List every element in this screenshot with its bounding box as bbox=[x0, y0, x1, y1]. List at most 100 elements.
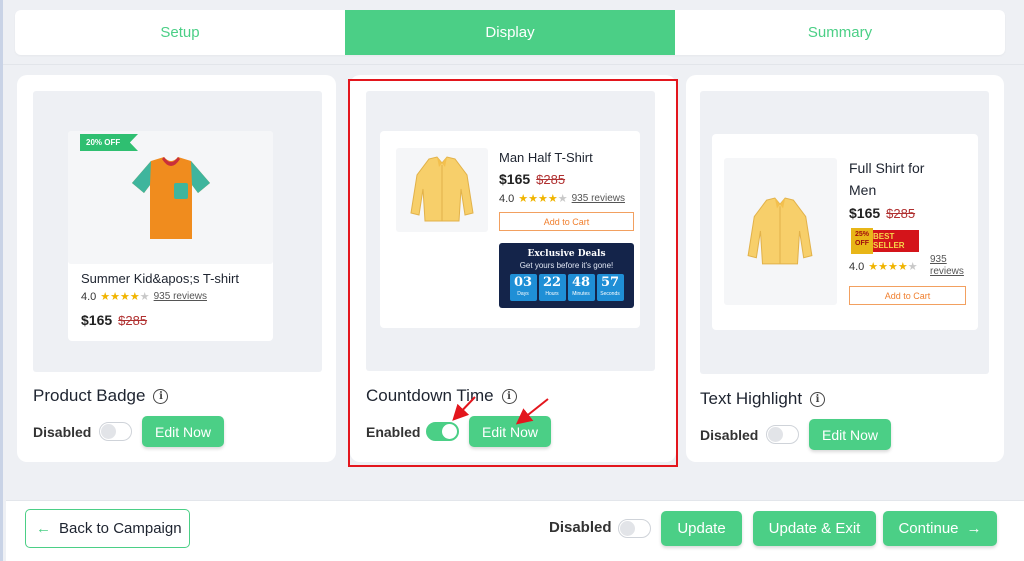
old-price: $285 bbox=[118, 313, 148, 328]
shirt-icon bbox=[410, 156, 474, 222]
status-label: Disabled bbox=[33, 423, 92, 440]
timer-seconds: 57 Seconds bbox=[596, 274, 624, 301]
enable-toggle[interactable] bbox=[766, 425, 799, 444]
product-name-line1: Full Shirt for bbox=[849, 160, 925, 176]
reviews-count: 935 bbox=[930, 254, 947, 265]
reviews-word: reviews bbox=[930, 266, 964, 277]
reviews-link: 935 reviews bbox=[571, 193, 625, 204]
feature-title: Product Badge i bbox=[33, 386, 169, 406]
price: $165 bbox=[849, 205, 881, 221]
back-label: Back to Campaign bbox=[59, 520, 182, 537]
countdown-preview: Man Half T-Shirt $165 $285 4.0 ★★★★★ 935 … bbox=[366, 91, 655, 371]
ribbon-top-text: 25% bbox=[854, 231, 869, 238]
product-name-line2: Men bbox=[849, 182, 877, 198]
product-badge-card: 20% OFF Summer Kid&apos;s T-shirt 4.0 ★★… bbox=[17, 75, 336, 462]
edit-now-button[interactable]: Edit Now bbox=[809, 419, 892, 450]
divider bbox=[3, 64, 1024, 65]
timer-unit: Seconds bbox=[600, 291, 620, 297]
continue-label: Continue bbox=[898, 520, 959, 537]
arrow-left-icon: ← bbox=[36, 520, 51, 537]
countdown-timer: Exclusive Deals Get yours before it's go… bbox=[499, 243, 634, 308]
update-exit-button[interactable]: Update & Exit bbox=[753, 511, 876, 546]
continue-button[interactable]: Continue → bbox=[883, 511, 997, 546]
text-highlight-card: Full Shirt for Men $165 $285 25% OFF BEST… bbox=[686, 75, 1004, 462]
product-badge-preview: 20% OFF Summer Kid&apos;s T-shirt 4.0 ★★… bbox=[33, 91, 322, 372]
feature-title: Text Highlight i bbox=[700, 389, 826, 409]
feature-title-text: Product Badge bbox=[33, 386, 146, 405]
campaign-toggle[interactable] bbox=[618, 519, 651, 538]
info-icon[interactable]: i bbox=[153, 388, 169, 404]
update-button[interactable]: Update bbox=[661, 511, 742, 546]
product-name: Summer Kid&apos;s T-shirt bbox=[81, 271, 239, 286]
edit-now-button[interactable]: Edit Now bbox=[142, 416, 225, 447]
timer-value: 57 bbox=[600, 275, 620, 290]
product-price: $165 $285 bbox=[499, 171, 565, 189]
deal-title: Exclusive Deals bbox=[527, 249, 606, 259]
countdown-time-card: Man Half T-Shirt $165 $285 4.0 ★★★★★ 935 … bbox=[350, 75, 676, 462]
footer-bar: ← Back to Campaign Disabled Update Updat… bbox=[6, 500, 1024, 561]
timer-value: 48 bbox=[571, 275, 591, 290]
status-label: Disabled bbox=[700, 426, 759, 443]
tshirt-icon bbox=[132, 157, 210, 239]
rating-value: 4.0 bbox=[499, 192, 515, 205]
status-row: Enabled Edit Now bbox=[366, 416, 552, 447]
add-to-cart-button: Add to Cart bbox=[499, 212, 634, 231]
timer-hours: 22 Hours bbox=[538, 274, 566, 301]
shirt-icon bbox=[747, 197, 813, 265]
status-label: Enabled bbox=[366, 423, 421, 440]
timer-unit: Minutes bbox=[572, 291, 590, 297]
status-row: Disabled Edit Now bbox=[700, 419, 892, 450]
product-price: $165 $285 bbox=[81, 312, 147, 330]
text-highlight-preview: Full Shirt for Men $165 $285 25% OFF BEST… bbox=[700, 91, 989, 374]
tab-display[interactable]: Display bbox=[345, 10, 675, 55]
rating-value: 4.0 bbox=[81, 290, 97, 303]
star-icon: ★★★★★ bbox=[100, 291, 150, 303]
star-icon: ★★★★★ bbox=[868, 261, 918, 273]
arrow-right-icon: → bbox=[966, 520, 982, 537]
product-image: 20% OFF bbox=[68, 131, 273, 264]
product-preview-card: 20% OFF Summer Kid&apos;s T-shirt 4.0 ★★… bbox=[68, 131, 273, 341]
enable-toggle[interactable] bbox=[426, 422, 459, 441]
info-icon[interactable]: i bbox=[810, 391, 826, 407]
edit-now-button[interactable]: Edit Now bbox=[469, 416, 552, 447]
product-preview-card: Full Shirt for Men $165 $285 25% OFF BEST… bbox=[712, 134, 978, 330]
best-seller-badge: 25% OFF BEST SELLER bbox=[851, 228, 919, 254]
reviews-link: 935 reviews bbox=[153, 291, 207, 302]
back-to-campaign-button[interactable]: ← Back to Campaign bbox=[25, 509, 190, 548]
timer-unit: Days bbox=[517, 291, 529, 297]
feature-title-text: Text Highlight bbox=[700, 389, 803, 408]
timer-minutes: 48 Minutes bbox=[567, 274, 595, 301]
timer-value: 22 bbox=[542, 275, 562, 290]
star-icon: ★★★★★ bbox=[518, 193, 568, 205]
price: $165 bbox=[81, 312, 113, 328]
tab-summary[interactable]: Summary bbox=[675, 10, 1005, 55]
status-row: Disabled Edit Now bbox=[33, 416, 225, 447]
campaign-status-label: Disabled bbox=[549, 519, 612, 536]
ribbon-bottom-text: OFF bbox=[855, 240, 869, 247]
timer-value: 03 bbox=[513, 275, 533, 290]
feature-title-text: Countdown Time bbox=[366, 386, 494, 405]
timer-unit: Hours bbox=[545, 291, 559, 297]
product-rating: 4.0 ★★★★★ bbox=[849, 260, 918, 274]
rating-value: 4.0 bbox=[849, 260, 865, 273]
price: $165 bbox=[499, 171, 531, 187]
tab-setup[interactable]: Setup bbox=[15, 10, 345, 55]
timer-boxes: 03 Days 22 Hours 48 Minutes 57 Seconds bbox=[499, 274, 634, 301]
product-image bbox=[396, 148, 488, 232]
old-price: $285 bbox=[536, 172, 566, 187]
product-rating: 4.0 ★★★★★ 935 reviews bbox=[81, 290, 207, 304]
product-preview-card: Man Half T-Shirt $165 $285 4.0 ★★★★★ 935 … bbox=[380, 131, 640, 328]
discount-badge: 20% OFF bbox=[80, 134, 138, 151]
info-icon[interactable]: i bbox=[501, 388, 517, 404]
feature-title: Countdown Time i bbox=[366, 386, 517, 406]
reviews-link: 935 reviews bbox=[930, 254, 964, 278]
discount-ribbon: 25% OFF bbox=[851, 228, 873, 254]
enable-toggle[interactable] bbox=[99, 422, 132, 441]
best-seller-label: BEST SELLER bbox=[873, 230, 919, 252]
old-price: $285 bbox=[886, 206, 916, 221]
product-rating: 4.0 ★★★★★ 935 reviews bbox=[499, 192, 625, 206]
add-to-cart-button: Add to Cart bbox=[849, 286, 966, 305]
product-image bbox=[724, 158, 837, 305]
app-window: Setup Display Summary 20% OFF Summer Kid… bbox=[0, 0, 1024, 561]
deal-subtitle: Get yours before it's gone! bbox=[519, 261, 614, 270]
